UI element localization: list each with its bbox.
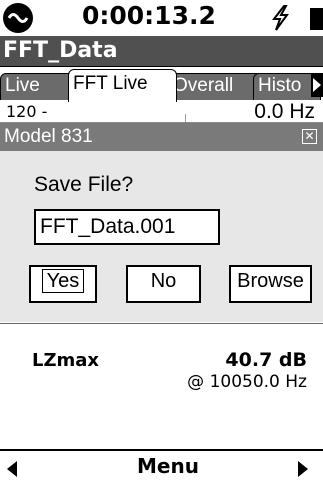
tab-fft-live[interactable]: FFT Live (68, 69, 177, 102)
metric-frequency: @ 10050.0 Hz (187, 372, 307, 392)
cursor-tick (185, 114, 186, 122)
cursor-frequency: 0.0 Hz (254, 100, 315, 123)
elapsed-timer: 0:00:13.2 (82, 1, 216, 30)
next-arrow-icon[interactable] (297, 460, 309, 482)
title-bar: FFT_Data (0, 36, 323, 66)
dialog-title: Model 831 (4, 126, 93, 147)
menu-button[interactable]: Menu (137, 454, 199, 478)
save-file-dialog: Model 831 ✕ Save File? FFT_Data.001 Yes … (0, 122, 323, 322)
tab-scroll-right-icon[interactable] (311, 73, 323, 101)
browse-button[interactable]: Browse (229, 265, 312, 303)
bottom-bar: Menu (0, 449, 323, 484)
filename-field[interactable]: FFT_Data.001 (34, 209, 220, 245)
status-bar: 0:00:13.2 (0, 0, 323, 36)
battery-icon (310, 8, 323, 30)
divider (0, 323, 323, 326)
no-button[interactable]: No (126, 265, 201, 303)
close-icon[interactable]: ✕ (302, 129, 317, 144)
bolt-icon (270, 5, 290, 35)
spectrum-header: 120 - 0.0 Hz (0, 100, 323, 123)
scale-top-label: 120 - (6, 102, 48, 121)
dialog-message: Save File? (34, 173, 134, 196)
dialog-title-bar: Model 831 ✕ (0, 123, 323, 151)
yes-button-label: Yes (41, 269, 85, 293)
metric-value: 40.7 dB (225, 349, 307, 371)
metric-label: LZmax (32, 350, 100, 371)
logo-icon (3, 3, 33, 33)
tab-live[interactable]: Live (0, 73, 76, 100)
yes-button[interactable]: Yes (29, 265, 97, 303)
previous-arrow-icon[interactable] (6, 460, 18, 482)
tab-strip: Live FFT Live Overall Histo (0, 66, 323, 102)
tab-overall[interactable]: Overall (168, 73, 262, 100)
